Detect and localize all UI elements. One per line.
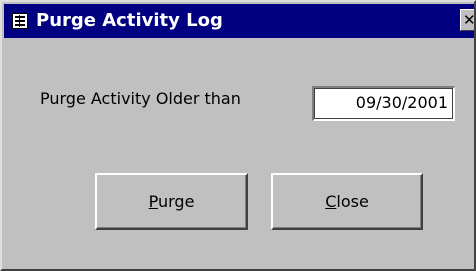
close-icon: ✕ (463, 11, 474, 29)
purge-button-label: urge (157, 192, 195, 211)
close-button-mnemonic: C (325, 192, 337, 211)
purge-older-than-label: Purge Activity Older than (40, 89, 241, 108)
title-bar[interactable]: Purge Activity Log ✕ (4, 4, 474, 38)
purge-activity-log-window: Purge Activity Log ✕ Purge Activity Olde… (0, 0, 476, 271)
close-button[interactable]: Close (271, 173, 423, 230)
form-icon[interactable] (12, 13, 28, 29)
purge-button-mnemonic: P (148, 192, 158, 211)
purge-button[interactable]: Purge (95, 173, 248, 230)
window-title: Purge Activity Log (36, 10, 223, 31)
close-button-label: lose (336, 192, 369, 211)
close-window-button[interactable]: ✕ (460, 9, 474, 31)
purge-date-input[interactable]: 09/30/2001 (312, 86, 455, 121)
